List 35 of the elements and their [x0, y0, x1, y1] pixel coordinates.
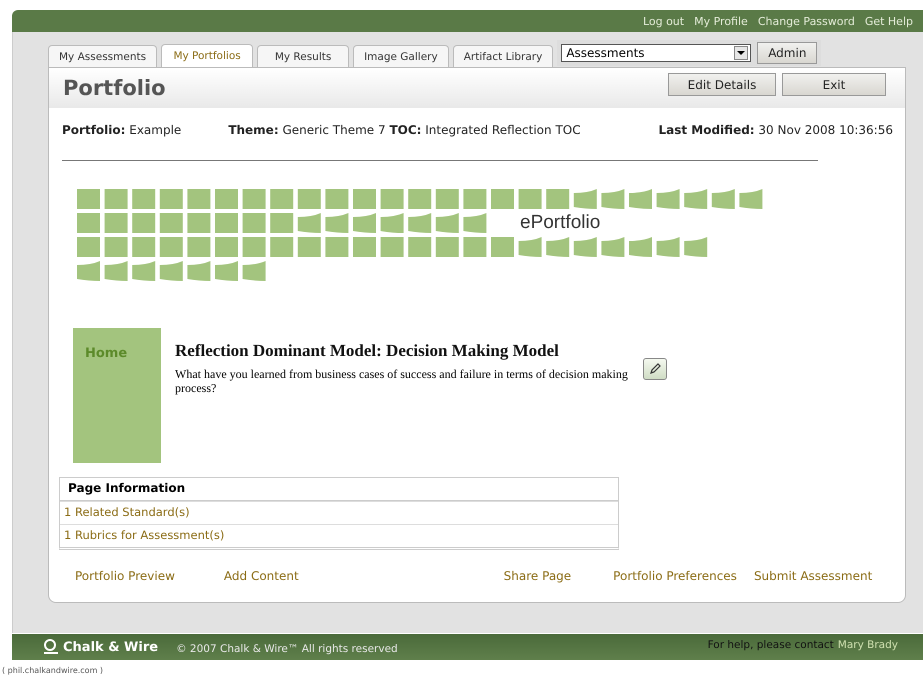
tab[interactable]: Artifact Library	[452, 45, 554, 67]
tab[interactable]: Image Gallery	[353, 45, 449, 67]
help-text: For help, please contact	[708, 639, 834, 651]
info-link[interactable]: 1 Rubrics for Assessment(s)	[60, 524, 618, 547]
action-link[interactable]: Add Content	[224, 569, 299, 583]
top-link[interactable]: Get Help	[864, 14, 913, 28]
meta-text: Portfolio: Example	[62, 123, 182, 137]
copyright-text: © 2007 Chalk & Wire™ All rights reserved	[176, 643, 398, 655]
pencil-icon[interactable]	[643, 358, 667, 380]
article-text: What have you learned from business cases of success and failure in terms of decision making process?	[175, 367, 629, 395]
top-link[interactable]: Change Password	[758, 14, 855, 28]
header-button[interactable]: Edit Details	[668, 73, 776, 96]
top-link[interactable]: Log out	[642, 14, 684, 28]
action-link[interactable]: Portfolio Preferences	[613, 569, 737, 583]
role-dropdown[interactable]: Assessments	[561, 44, 752, 62]
contact-link[interactable]: Mary Brady	[838, 639, 898, 651]
admin-button[interactable]: Admin	[757, 42, 818, 64]
table-heading: Page Information	[60, 478, 618, 501]
brand-name: Chalk & Wire	[63, 640, 158, 654]
article-title: Reflection Dominant Model: Decision Making Model	[175, 340, 560, 361]
page-title: Portfolio	[63, 76, 166, 100]
top-link[interactable]: My Profile	[694, 14, 748, 28]
action-link[interactable]: Submit Assessment	[754, 569, 872, 583]
banner-title: ePortfolio	[520, 212, 600, 234]
meta-text: Last Modified: 30 Nov 2008 10:36:56	[658, 123, 893, 137]
action-link[interactable]: Portfolio Preview	[75, 569, 175, 583]
status-url: ( phil.chalkandwire.com )	[2, 666, 104, 675]
caret-icon	[734, 46, 748, 60]
action-link[interactable]: Share Page	[504, 569, 572, 583]
meta-text: Theme: Generic Theme 7 TOC: Integrated Reflection TOC	[228, 123, 581, 137]
tab[interactable]: My Assessments	[48, 45, 158, 67]
header-button[interactable]: Exit	[782, 73, 886, 96]
tab[interactable]: My Results	[257, 45, 350, 67]
info-link[interactable]: 1 Related Standard(s)	[60, 501, 618, 524]
tab[interactable]: My Portfolios	[161, 44, 254, 67]
